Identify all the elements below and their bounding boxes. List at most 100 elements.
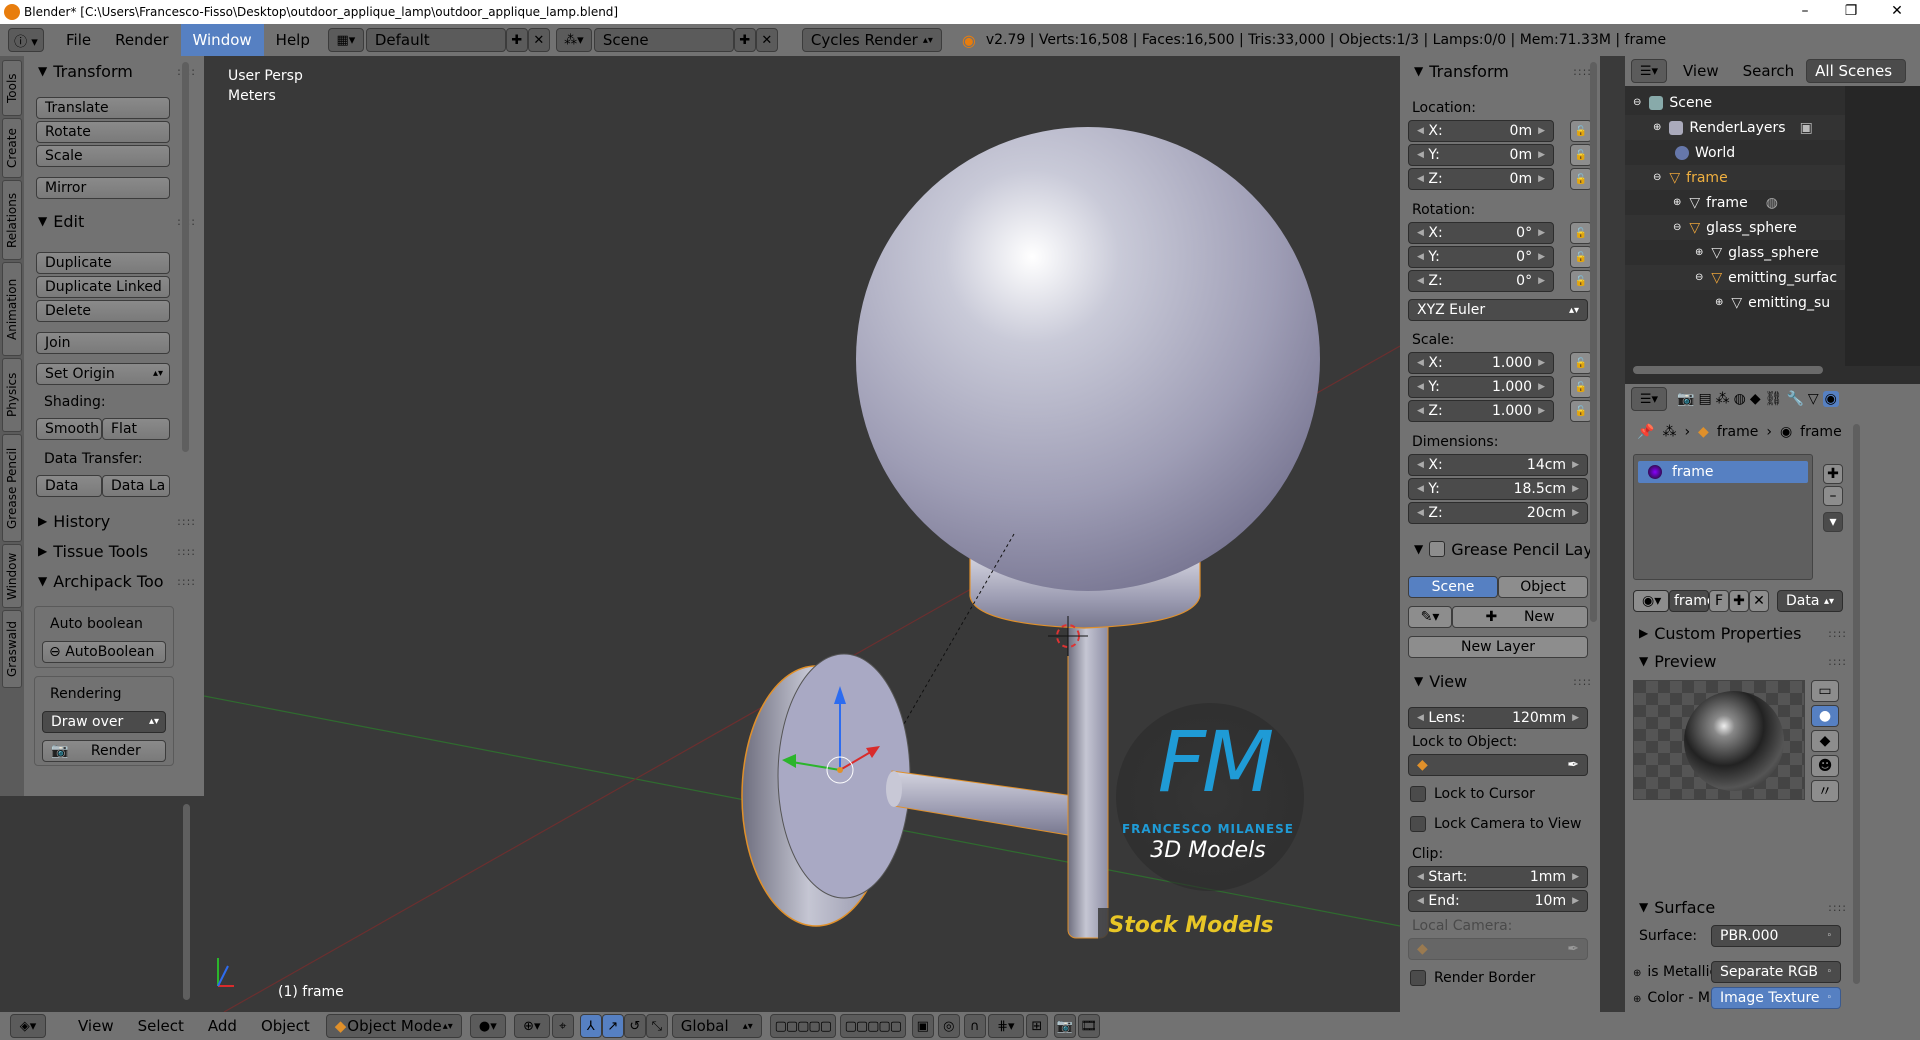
maximize-icon[interactable]: ❐ bbox=[1828, 0, 1874, 24]
transform-orientation-select[interactable]: Global ▴▾ bbox=[671, 1014, 762, 1038]
custom-properties-header[interactable]: ▶ Custom Properties:::: bbox=[1625, 620, 1855, 646]
lock-to-cursor-checkbox[interactable] bbox=[1410, 786, 1426, 802]
gp-new-layer-button[interactable]: New Layer bbox=[1408, 636, 1588, 658]
slot-specials-button[interactable]: ▾ bbox=[1823, 512, 1843, 532]
preview-cube-icon[interactable]: ◆ bbox=[1811, 730, 1839, 752]
viewport-editor-type[interactable]: ◈▾ bbox=[10, 1014, 46, 1038]
render-layers-tab-icon[interactable]: ▤ bbox=[1698, 391, 1711, 407]
data-tab-icon[interactable]: ▽ bbox=[1808, 391, 1819, 407]
remove-screen-button[interactable]: ✕ bbox=[527, 28, 550, 52]
set-origin-menu[interactable]: Set Origin ▴▾ bbox=[36, 363, 170, 385]
surface-header[interactable]: ▼ Surface:::: bbox=[1625, 894, 1855, 920]
scale-x-field[interactable]: ◀ X: 1.000 ▶ bbox=[1408, 352, 1554, 374]
lock-icon[interactable]: 🔓 bbox=[1570, 376, 1592, 398]
tissue-tools-panel-header[interactable]: ▶ Tissue Tools:::: bbox=[24, 538, 204, 564]
scene-browse-button[interactable]: ⁂▾ bbox=[555, 28, 592, 52]
outliner-display-mode[interactable]: All Scenes bbox=[1806, 59, 1907, 83]
tab-physics[interactable]: Physics bbox=[2, 358, 22, 432]
add-slot-button[interactable]: ✚ bbox=[1823, 464, 1843, 484]
layers-grid-b[interactable]: ▢▢▢▢▢ bbox=[839, 1014, 906, 1038]
scale-y-field[interactable]: ◀ Y: 1.000 ▶ bbox=[1408, 376, 1554, 398]
pivot-point-select[interactable]: ⊕▾ bbox=[513, 1014, 550, 1038]
preview-monkey-icon[interactable]: ☻ bbox=[1811, 755, 1839, 777]
lock-icon[interactable]: 🔓 bbox=[1570, 120, 1592, 142]
scale-z-field[interactable]: ◀ Z: 1.000 ▶ bbox=[1408, 400, 1554, 422]
lock-icon[interactable]: 🔓 bbox=[1570, 168, 1592, 190]
preview-hair-icon[interactable]: 〃 bbox=[1811, 780, 1839, 802]
duplicate-linked-button[interactable]: Duplicate Linked bbox=[36, 276, 170, 298]
toolshelf-scrollbar[interactable] bbox=[182, 62, 189, 452]
render-border-checkbox[interactable] bbox=[1410, 970, 1426, 986]
manipulate-center-button[interactable]: ⌖ bbox=[551, 1014, 574, 1038]
lock-icon[interactable]: 🔓 bbox=[1570, 352, 1592, 374]
n-transform-header[interactable]: ▼ Transform:::: bbox=[1400, 58, 1600, 84]
tab-create[interactable]: Create bbox=[2, 118, 22, 178]
lock-icon[interactable]: 🔓 bbox=[1570, 270, 1592, 292]
world-tab-icon[interactable]: ◍ bbox=[1734, 391, 1746, 407]
menu-view[interactable]: View bbox=[66, 1010, 126, 1040]
new-material-button[interactable]: ✚ bbox=[1729, 590, 1749, 612]
lock-icon[interactable]: 🔓 bbox=[1570, 400, 1592, 422]
close-icon[interactable]: ✕ bbox=[1874, 0, 1920, 24]
is-metallic-field[interactable]: Separate RGB ◦ bbox=[1711, 961, 1841, 983]
menu-window[interactable]: Window bbox=[180, 24, 264, 56]
location-x-field[interactable]: ◀ X: 0m ▶ bbox=[1408, 120, 1554, 142]
outliner-view-menu[interactable]: View bbox=[1683, 62, 1719, 80]
tab-grease-pencil[interactable]: Grease Pencil bbox=[2, 434, 22, 542]
lock-icon[interactable]: 🔓 bbox=[1570, 222, 1592, 244]
rotation-x-field[interactable]: ◀ X: 0° ▶ bbox=[1408, 222, 1554, 244]
dimension-z-field[interactable]: ◀ Z: 20cm ▶ bbox=[1408, 502, 1588, 524]
tab-animation[interactable]: Animation bbox=[2, 262, 22, 356]
translate-manipulator[interactable]: ↗ bbox=[601, 1014, 624, 1038]
gp-new-button[interactable]: ✚ New bbox=[1452, 606, 1588, 628]
autoboolean-button[interactable]: ⊖ AutoBoolean bbox=[42, 641, 166, 663]
translate-button[interactable]: Translate bbox=[36, 97, 170, 119]
delete-button[interactable]: Delete bbox=[36, 300, 170, 322]
scene-tab-icon[interactable]: ⁂ bbox=[1716, 391, 1730, 407]
material-name-field[interactable]: frame bbox=[1669, 590, 1716, 612]
color-texture-field[interactable]: Image Texture ◦ bbox=[1711, 987, 1841, 1009]
history-panel-header[interactable]: ▶ History:::: bbox=[24, 508, 204, 534]
snap-element-select[interactable]: ⋕▾ bbox=[987, 1014, 1024, 1038]
surface-shader-field[interactable]: PBR.000 ◦ bbox=[1711, 925, 1841, 947]
outliner-editor-type[interactable]: ☰▾ bbox=[1631, 59, 1667, 83]
link-type-select[interactable]: Data ▴▾ bbox=[1777, 590, 1843, 612]
menu-select[interactable]: Select bbox=[126, 1010, 196, 1040]
tab-graswald[interactable]: Graswald bbox=[2, 610, 22, 688]
rotation-z-field[interactable]: ◀ Z: 0° ▶ bbox=[1408, 270, 1554, 292]
lock-icon[interactable]: 🔓 bbox=[1570, 246, 1592, 268]
material-tab-icon[interactable]: ◉ bbox=[1822, 391, 1839, 407]
layers-grid-a[interactable]: ▢▢▢▢▢ bbox=[769, 1014, 836, 1038]
remove-scene-button[interactable]: ✕ bbox=[755, 28, 778, 52]
clip-start-field[interactable]: ◀ Start: 1mm ▶ bbox=[1408, 866, 1588, 888]
pin-icon[interactable]: 📌 bbox=[1637, 424, 1654, 440]
grease-pencil-header[interactable]: ▼ Grease Pencil Layer bbox=[1400, 536, 1600, 562]
rotate-button[interactable]: Rotate bbox=[36, 121, 170, 143]
manipulator-toggle[interactable]: ⅄ bbox=[579, 1014, 602, 1038]
menu-help[interactable]: Help bbox=[264, 24, 322, 56]
gp-scene-tab[interactable]: Scene bbox=[1408, 576, 1498, 598]
screen-layout-field[interactable]: Default bbox=[365, 28, 506, 52]
preview-sphere-icon[interactable]: ● bbox=[1811, 705, 1839, 727]
interaction-mode-select[interactable]: ◆ Object Mode ▴▾ bbox=[325, 1014, 462, 1038]
snap-target-button[interactable]: ⊞ bbox=[1025, 1014, 1048, 1038]
gp-object-tab[interactable]: Object bbox=[1498, 576, 1588, 598]
archipack-panel-header[interactable]: ▼ Archipack Too:::: bbox=[24, 568, 204, 594]
minimize-icon[interactable]: – bbox=[1782, 0, 1828, 24]
material-browse-button[interactable]: ◉▾ bbox=[1633, 590, 1669, 612]
menu-file[interactable]: File bbox=[54, 24, 103, 56]
modifiers-tab-icon[interactable]: 🔧 bbox=[1786, 391, 1803, 407]
constraints-tab-icon[interactable]: ⛓ bbox=[1765, 391, 1783, 407]
duplicate-button[interactable]: Duplicate bbox=[36, 252, 170, 274]
lock-layers-button[interactable]: ▣ bbox=[911, 1014, 934, 1038]
operator-panel-scrollbar[interactable] bbox=[183, 804, 190, 1000]
proportional-edit-button[interactable]: ◎ bbox=[937, 1014, 960, 1038]
menu-render[interactable]: Render bbox=[103, 24, 180, 56]
scale-button[interactable]: Scale bbox=[36, 145, 170, 167]
object-tab-icon[interactable]: ◆ bbox=[1750, 391, 1761, 407]
opengl-render-button[interactable]: 📷 bbox=[1053, 1014, 1076, 1038]
opengl-render-animation-button[interactable]: 🎞 bbox=[1077, 1014, 1100, 1038]
preview-plane-icon[interactable]: ▭ bbox=[1811, 680, 1839, 702]
flat-shading-button[interactable]: Flat bbox=[102, 418, 170, 440]
dimension-y-field[interactable]: ◀ Y: 18.5cm ▶ bbox=[1408, 478, 1588, 500]
